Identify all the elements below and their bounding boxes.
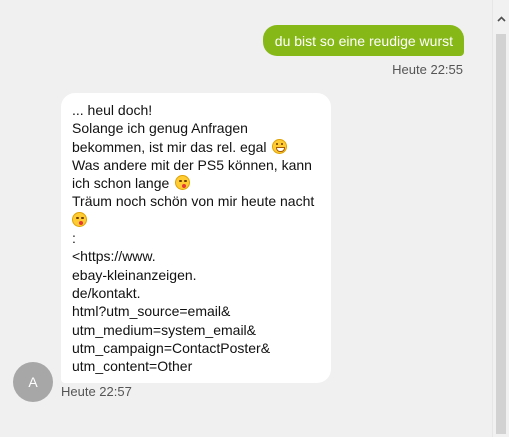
- message-line: Träum noch schön von mir heute nacht: [72, 193, 315, 210]
- avatar[interactable]: A: [13, 362, 53, 402]
- grinning-face-icon: [272, 138, 288, 154]
- message-line: ich schon lange: [72, 174, 321, 192]
- avatar-initial: A: [28, 374, 38, 390]
- outgoing-message-text: du bist so eine reudige wurst: [274, 33, 453, 49]
- message-line: bekommen, ist mir das rel. egal: [72, 138, 321, 156]
- scrollbar-thumb[interactable]: [496, 34, 506, 434]
- message-line: [72, 211, 321, 229]
- message-line: utm_campaign=ContactPoster&: [72, 339, 271, 356]
- message-line-text: ich schon lange: [72, 175, 170, 192]
- message-line: :: [72, 230, 76, 247]
- message-line: <https://www.: [72, 248, 156, 265]
- message-line: de/kontakt.: [72, 284, 141, 301]
- message-line: ebay-kleinanzeigen.: [72, 266, 197, 283]
- incoming-message-time: Heute 22:57: [61, 384, 132, 399]
- winking-kiss-face-icon: [72, 211, 87, 227]
- winking-kiss-face-icon: [175, 175, 191, 191]
- message-line: Solange ich genug Anfragen: [72, 120, 248, 137]
- message-line: Was andere mit der PS5 können, kann: [72, 156, 312, 173]
- chat-thread: du bist so eine reudige wurst Heute 22:5…: [0, 0, 492, 437]
- message-line: html?utm_source=email&: [72, 303, 231, 320]
- outgoing-message-bubble[interactable]: du bist so eine reudige wurst: [262, 25, 464, 56]
- message-line: utm_content=Other: [72, 358, 193, 375]
- message-line: utm_medium=system_email&: [72, 321, 257, 338]
- scroll-up-arrow-icon[interactable]: [497, 15, 506, 24]
- vertical-scrollbar[interactable]: [492, 0, 509, 437]
- message-line-text: bekommen, ist mir das rel. egal: [72, 138, 267, 155]
- message-line: ... heul doch!: [72, 102, 153, 118]
- incoming-message-bubble[interactable]: ... heul doch! Solange ich genug Anfrage…: [61, 93, 331, 384]
- outgoing-message-time: Heute 22:55: [392, 62, 463, 77]
